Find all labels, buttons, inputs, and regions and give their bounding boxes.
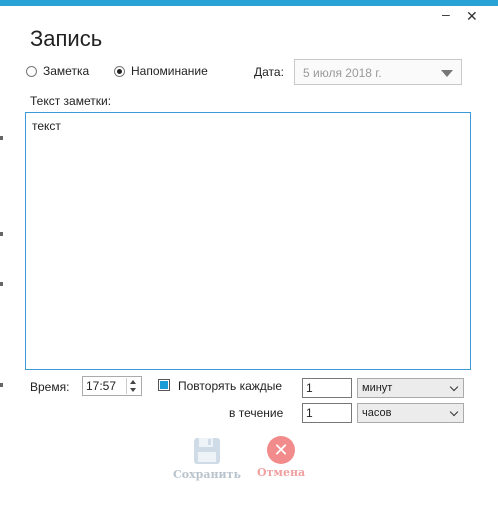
floppy-disk-icon: [193, 438, 220, 464]
during-unit: часов: [362, 407, 392, 419]
spin-down-icon[interactable]: [130, 388, 136, 392]
repeat-every-value: 1: [306, 381, 313, 395]
radio-note-label: Заметка: [43, 64, 90, 78]
repeat-every-input[interactable]: 1: [302, 378, 352, 398]
close-circle-icon: ✕: [267, 436, 296, 464]
save-button[interactable]: Сохранить: [173, 436, 241, 481]
chevron-down-icon[interactable]: [449, 382, 459, 392]
time-label: Время:: [30, 380, 70, 394]
dropdown-arrow-icon[interactable]: [441, 70, 453, 77]
chevron-down-icon[interactable]: [449, 407, 459, 417]
cancel-button[interactable]: ✕ Отмена: [257, 436, 305, 479]
radio-note-indicator[interactable]: [26, 65, 37, 77]
minimize-icon[interactable]: –: [442, 6, 450, 22]
note-label: Текст заметки:: [30, 94, 112, 108]
repeat-every-unit-select[interactable]: минут: [357, 378, 464, 398]
note-text-area[interactable]: текст: [25, 112, 471, 370]
window-edge-mark: [0, 136, 3, 140]
during-input[interactable]: 1: [302, 403, 352, 423]
radio-reminder[interactable]: Напоминание: [114, 64, 208, 78]
save-label: Сохранить: [173, 468, 241, 481]
window-top-accent: [0, 0, 498, 6]
time-spinner[interactable]: [126, 378, 140, 394]
during-unit-select[interactable]: часов: [357, 403, 464, 423]
cancel-label: Отмена: [257, 466, 306, 479]
date-value: 5 июля 2018 г.: [303, 66, 382, 80]
note-text: текст: [32, 119, 61, 133]
repeat-checkbox[interactable]: [158, 379, 170, 391]
repeat-every-unit: минут: [362, 382, 393, 394]
date-label: Дата:: [254, 65, 284, 79]
close-icon[interactable]: ✕: [466, 8, 478, 25]
radio-reminder-indicator[interactable]: [114, 65, 125, 77]
spin-up-icon[interactable]: [130, 380, 136, 384]
page-title: Запись: [30, 26, 103, 51]
during-label: в течение: [229, 406, 284, 420]
time-value: 17:57: [86, 379, 117, 393]
radio-note[interactable]: Заметка: [26, 64, 89, 78]
window-edge-mark: [0, 383, 3, 387]
window-edge-mark: [0, 232, 3, 236]
date-picker[interactable]: 5 июля 2018 г.: [294, 59, 462, 85]
radio-reminder-label: Напоминание: [131, 64, 208, 78]
time-input[interactable]: 17:57: [82, 376, 142, 396]
window-edge-mark: [0, 282, 3, 286]
during-value: 1: [306, 406, 313, 420]
repeat-label: Повторять каждые: [178, 379, 283, 393]
